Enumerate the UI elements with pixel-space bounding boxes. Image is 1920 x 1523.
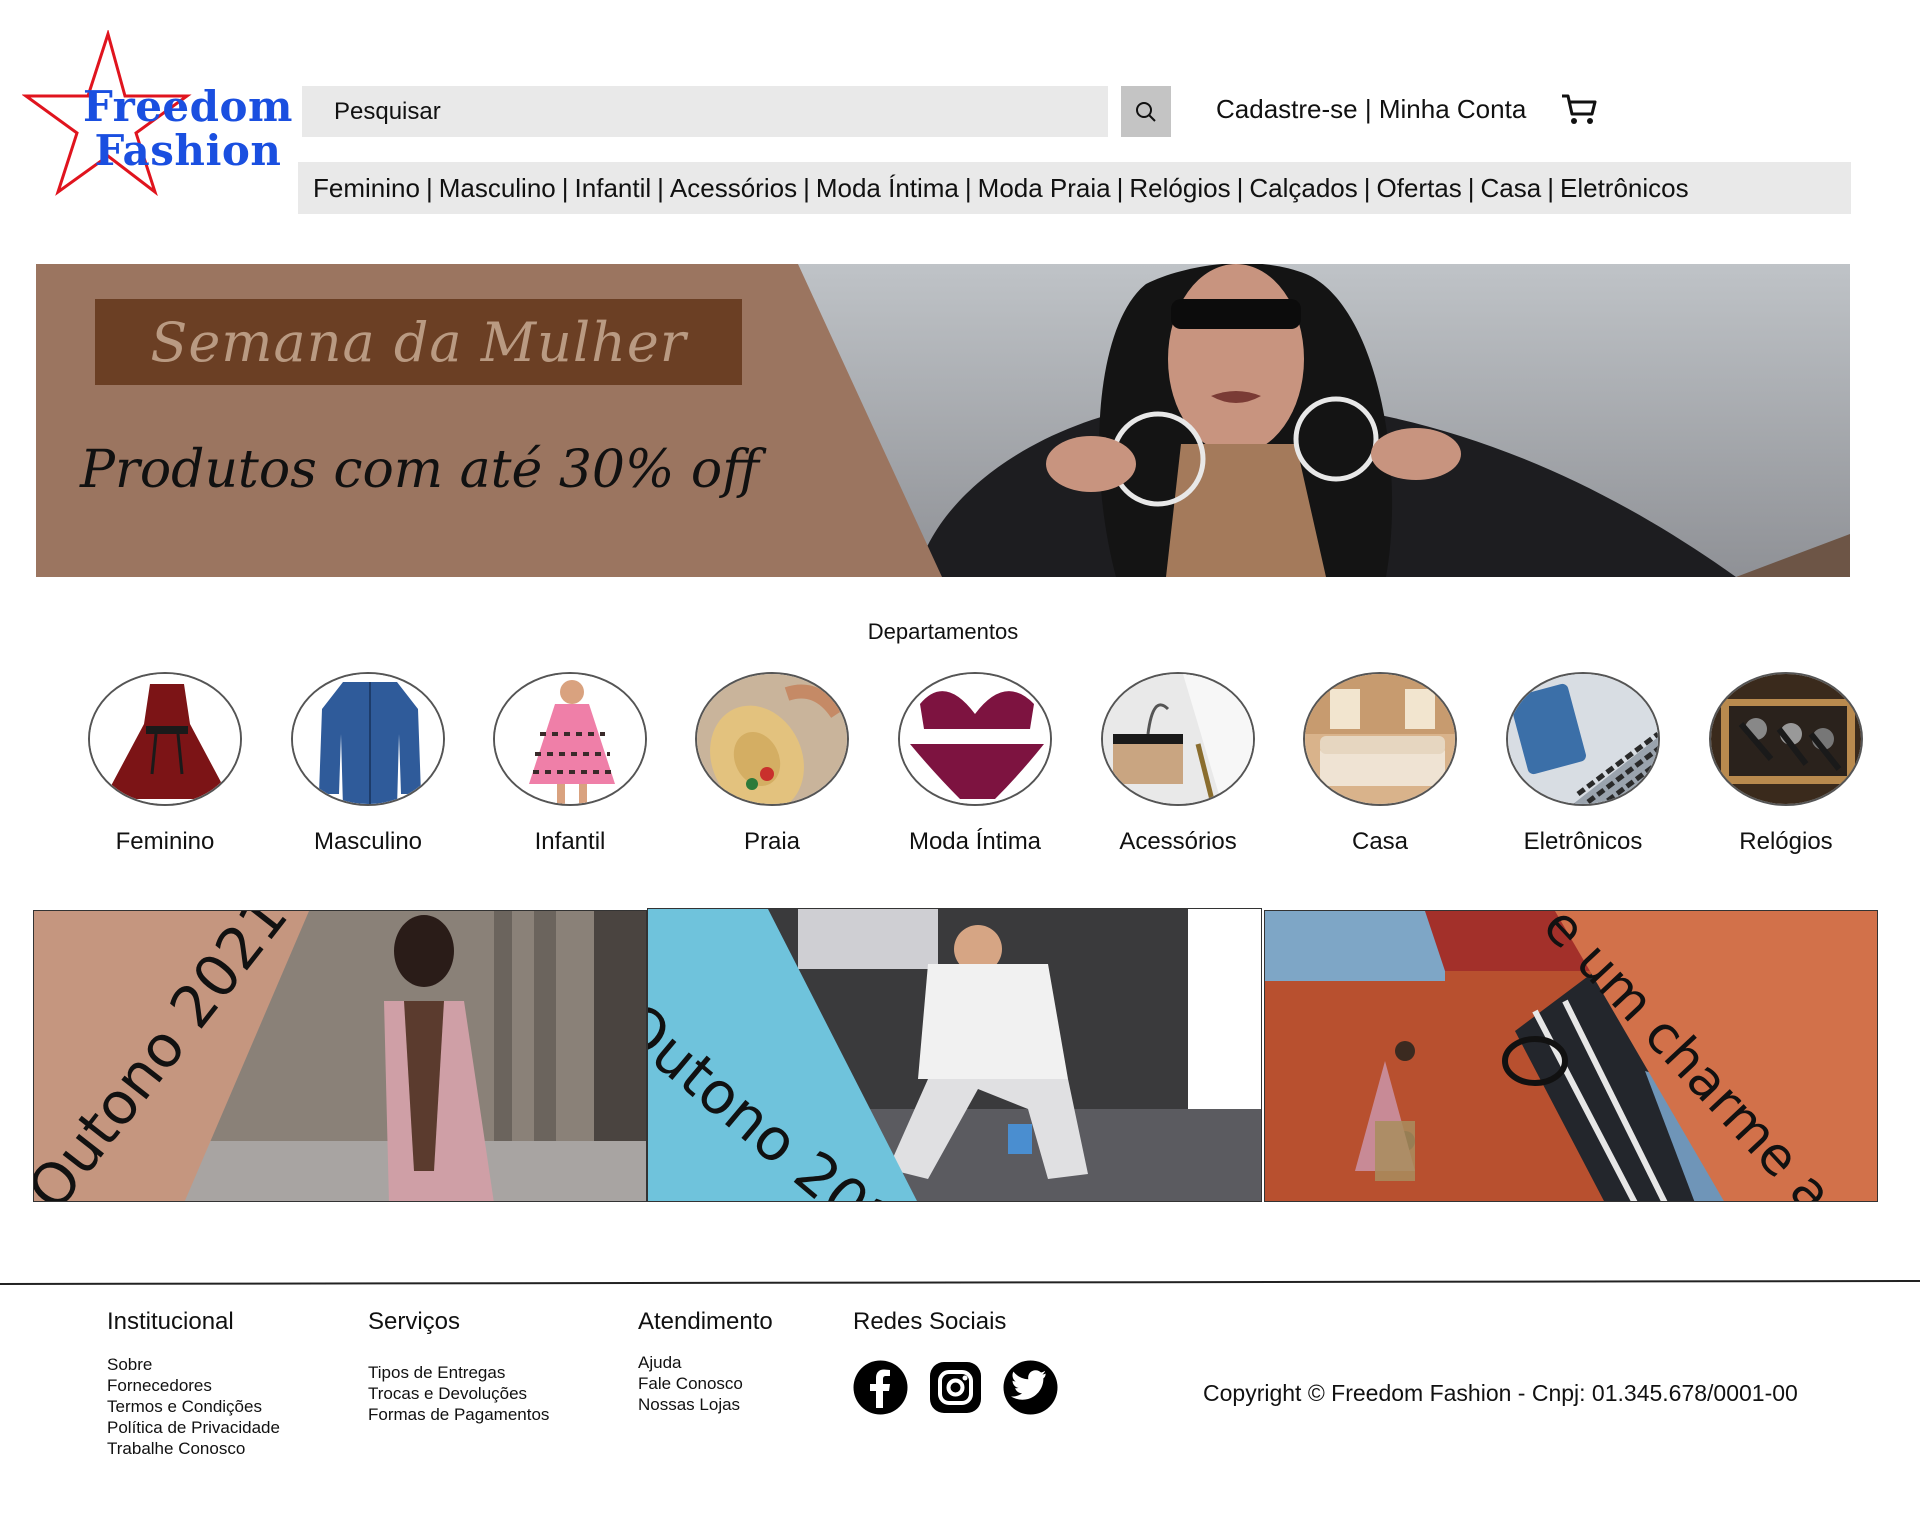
- departments-title: Departamentos: [867, 619, 1019, 644]
- footer-link-trabalhe[interactable]: Trabalhe Conosco: [107, 1438, 280, 1459]
- promo-banner-masculino[interactable]: Outono 2021: [647, 908, 1262, 1202]
- account-separator: |: [1364, 94, 1372, 124]
- category-separator: |: [803, 172, 810, 203]
- dept-relogios[interactable]: Relógios: [1708, 672, 1864, 856]
- footer-link-entregas[interactable]: Tipos de Entregas: [368, 1362, 549, 1383]
- footer-divider: [0, 1279, 1920, 1285]
- cart-button[interactable]: [1560, 92, 1598, 131]
- dept-image: [1709, 672, 1863, 806]
- dept-label: Masculino: [313, 828, 423, 855]
- category-separator: |: [964, 172, 972, 203]
- dept-image: [898, 672, 1052, 806]
- footer-link-termos[interactable]: Termos e Condições: [107, 1396, 280, 1417]
- category-separator: |: [1116, 172, 1124, 203]
- dept-label: Relógios: [1739, 828, 1833, 855]
- footer-heading: Redes Sociais: [853, 1308, 1007, 1335]
- twitter-icon[interactable]: [1003, 1360, 1058, 1415]
- brand-logo[interactable]: Freedom Fashion: [22, 30, 292, 197]
- category-separator: |: [1236, 172, 1244, 203]
- dept-infantil[interactable]: Infantil: [492, 672, 648, 856]
- footer-link-privacidade[interactable]: Política de Privacidade: [107, 1417, 280, 1438]
- dept-feminino[interactable]: Feminino: [87, 672, 243, 856]
- footer-link-sobre[interactable]: Sobre: [107, 1354, 280, 1375]
- dept-label: Casa: [1351, 828, 1409, 855]
- promo-image: [648, 909, 1261, 1201]
- footer-link-lojas[interactable]: Nossas Lojas: [638, 1394, 773, 1415]
- account-links: Cadastre-se | Minha Conta: [1216, 94, 1526, 125]
- category-link[interactable]: Feminino: [313, 173, 420, 204]
- footer-heading: Atendimento: [638, 1308, 773, 1335]
- category-link[interactable]: Acessórios: [670, 173, 797, 204]
- category-separator: |: [425, 172, 433, 203]
- category-nav: Feminino | Masculino | Infantil | Acessórios | M…: [298, 162, 1851, 214]
- search-input[interactable]: [302, 86, 1108, 137]
- category-link[interactable]: Moda Íntima: [816, 173, 959, 204]
- category-separator: |: [1363, 172, 1371, 203]
- category-link[interactable]: Eletrônicos: [1560, 173, 1689, 204]
- hero-banner[interactable]: Semana da Mulher Produtos com até 30% of…: [36, 264, 1850, 577]
- footer-link-fornecedores[interactable]: Fornecedores: [107, 1375, 280, 1396]
- dept-image: [493, 672, 647, 806]
- category-link[interactable]: Masculino: [439, 173, 556, 204]
- footer-heading: Serviços: [368, 1308, 461, 1335]
- footer-link-pagamentos[interactable]: Formas de Pagamentos: [368, 1404, 549, 1425]
- category-separator: |: [1547, 172, 1554, 203]
- dept-label: Infantil: [534, 828, 606, 855]
- category-link[interactable]: Ofertas: [1377, 173, 1462, 204]
- footer-institucional: Institucional Sobre Fornecedores Termos …: [107, 1308, 280, 1459]
- footer-atendimento: Atendimento Ajuda Fale Conosco Nossas Lo…: [638, 1308, 773, 1415]
- footer-link-ajuda[interactable]: Ajuda: [638, 1352, 773, 1373]
- dept-image: [88, 672, 242, 806]
- dept-masculino[interactable]: Masculino: [290, 672, 446, 856]
- copyright-text: Copyright © Freedom Fashion - Cnpj: 01.3…: [1203, 1380, 1798, 1406]
- category-separator: |: [1467, 172, 1475, 203]
- category-separator: |: [657, 172, 664, 203]
- dept-label: Eletrônicos: [1523, 828, 1643, 855]
- dept-image: [1303, 672, 1457, 806]
- category-link[interactable]: Calçados: [1249, 173, 1357, 204]
- dept-label: Praia: [743, 828, 801, 855]
- hero-badge: Semana da Mulher: [95, 299, 742, 385]
- category-separator: |: [561, 172, 569, 203]
- dept-label: Feminino: [115, 828, 215, 855]
- facebook-icon[interactable]: [853, 1360, 908, 1415]
- dept-image: [291, 672, 445, 806]
- my-account-link[interactable]: Minha Conta: [1379, 94, 1526, 124]
- dept-image: [695, 672, 849, 806]
- footer-heading: Institucional: [107, 1308, 234, 1335]
- footer-link-trocas[interactable]: Trocas e Devoluções: [368, 1383, 549, 1404]
- instagram-icon[interactable]: [928, 1360, 983, 1415]
- brand-line1: Freedom: [83, 82, 293, 131]
- category-link[interactable]: Casa: [1481, 173, 1542, 204]
- category-link[interactable]: Relógios: [1129, 173, 1230, 204]
- cart-icon: [1562, 94, 1597, 124]
- dept-eletronicos[interactable]: Eletrônicos: [1505, 672, 1661, 856]
- signup-link[interactable]: Cadastre-se: [1216, 94, 1358, 124]
- promo-banner-acessorios[interactable]: e um charme a mais: [1264, 910, 1878, 1202]
- promo-banner-feminino[interactable]: Outono 2021: [33, 910, 647, 1202]
- hero-subtitle: Produtos com até 30% off: [80, 440, 760, 500]
- social-links: [853, 1360, 1058, 1415]
- search-button[interactable]: [1121, 86, 1171, 137]
- brand-name: Freedom Fashion: [68, 85, 308, 173]
- footer-link-fale-conosco[interactable]: Fale Conosco: [638, 1373, 773, 1394]
- dept-moda-intima[interactable]: Moda Íntima: [897, 672, 1053, 856]
- brand-line2: Fashion: [94, 126, 282, 175]
- dept-praia[interactable]: Praia: [694, 672, 850, 856]
- search-icon: [1136, 101, 1156, 122]
- dept-label: Acessórios: [1119, 828, 1237, 855]
- dept-label: Moda Íntima: [908, 828, 1042, 855]
- category-link[interactable]: Moda Praia: [978, 173, 1111, 204]
- dept-casa[interactable]: Casa: [1302, 672, 1458, 856]
- dept-image: [1506, 672, 1660, 806]
- category-link[interactable]: Infantil: [575, 173, 652, 204]
- footer-redes-sociais: Redes Sociais: [853, 1308, 1006, 1354]
- dept-image: [1101, 672, 1255, 806]
- footer-servicos: Serviços Tipos de Entregas Trocas e Devo…: [368, 1308, 549, 1425]
- dept-acessorios[interactable]: Acessórios: [1100, 672, 1256, 856]
